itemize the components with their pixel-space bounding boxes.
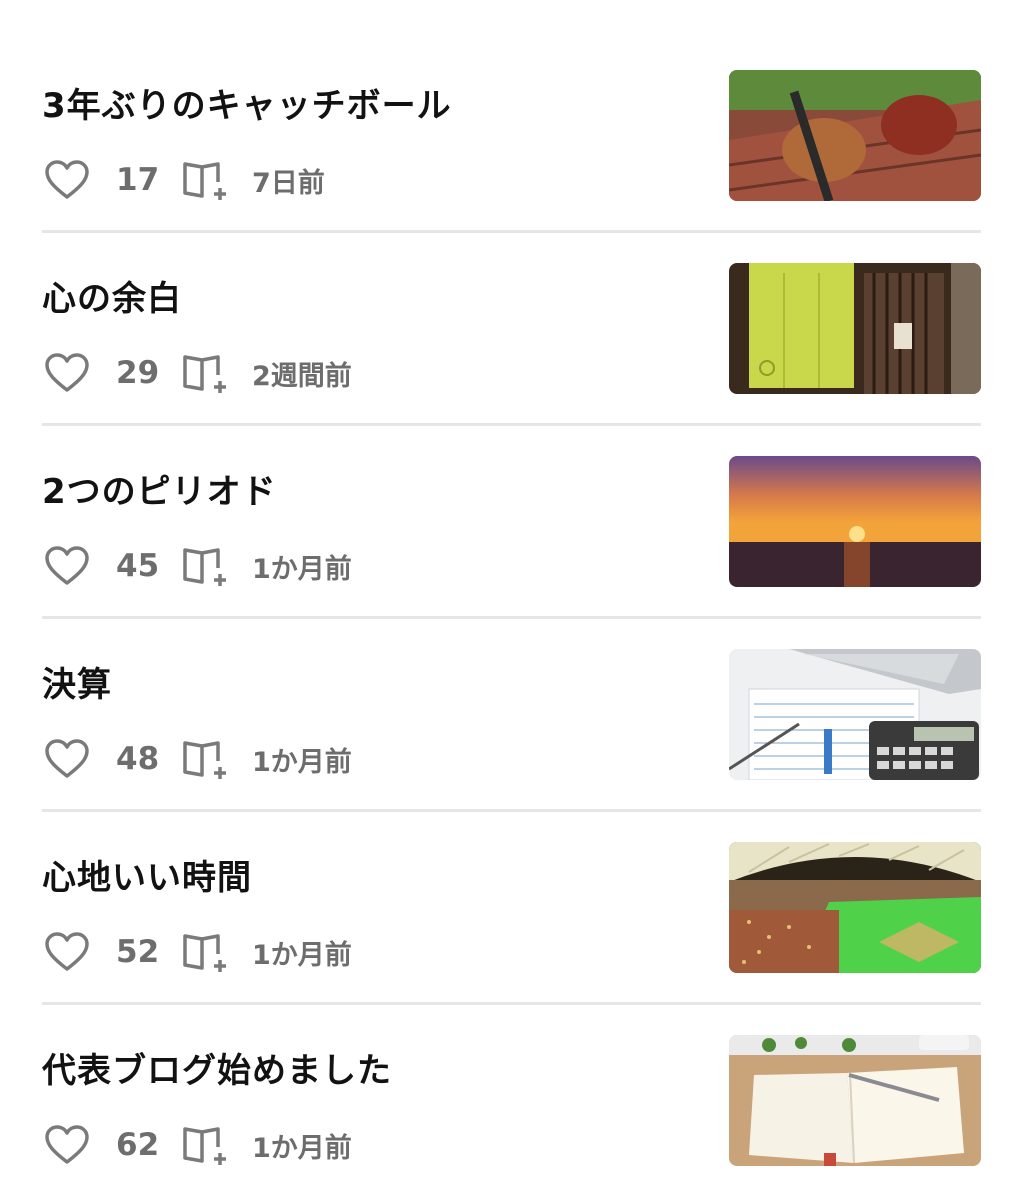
article-meta: 52 1か月前 <box>44 930 352 974</box>
article-item[interactable]: 心の余白 29 2週間前 <box>42 233 981 426</box>
heart-icon[interactable] <box>44 738 90 780</box>
baseball-stadium-thumbnail[interactable] <box>729 842 981 973</box>
article-item[interactable]: 代表ブログ始めました 62 1か月前 <box>42 1005 981 1198</box>
book-plus-icon[interactable] <box>182 544 230 588</box>
book-plus-icon[interactable] <box>182 158 230 202</box>
article-item[interactable]: 決算 48 1か月前 <box>42 619 981 812</box>
article-title[interactable]: 決算 <box>42 657 112 706</box>
publish-time: 1か月前 <box>252 746 352 778</box>
noren-curtain-thumbnail[interactable] <box>729 263 981 394</box>
like-count: 29 <box>116 355 160 391</box>
article-meta: 45 1か月前 <box>44 544 352 588</box>
book-plus-icon[interactable] <box>182 930 230 974</box>
article-item[interactable]: 3年ぶりのキャッチボール 17 7日前 <box>42 40 981 233</box>
sunset-sea-thumbnail[interactable] <box>729 456 981 587</box>
publish-time: 1か月前 <box>252 553 352 585</box>
article-title[interactable]: 心地いい時間 <box>42 850 252 899</box>
article-title[interactable]: 2つのピリオド <box>42 464 277 513</box>
publish-time: 1か月前 <box>252 939 352 971</box>
book-plus-icon[interactable] <box>182 351 230 395</box>
article-meta: 17 7日前 <box>44 158 325 202</box>
article-meta: 48 1か月前 <box>44 737 352 781</box>
book-plus-icon[interactable] <box>182 737 230 781</box>
notebook-pen-thumbnail[interactable] <box>729 1035 981 1166</box>
heart-icon[interactable] <box>44 352 90 394</box>
like-count: 48 <box>116 741 160 777</box>
like-count: 62 <box>116 1127 160 1163</box>
publish-time: 7日前 <box>252 167 325 199</box>
article-meta: 29 2週間前 <box>44 351 352 395</box>
publish-time: 1か月前 <box>252 1132 352 1164</box>
like-count: 45 <box>116 548 160 584</box>
article-item[interactable]: 2つのピリオド 45 1か月前 <box>42 426 981 619</box>
like-count: 52 <box>116 934 160 970</box>
article-meta: 62 1か月前 <box>44 1123 352 1167</box>
article-title[interactable]: 代表ブログ始めました <box>42 1043 392 1092</box>
baseball-gloves-thumbnail[interactable] <box>729 70 981 201</box>
heart-icon[interactable] <box>44 1124 90 1166</box>
article-list: 3年ぶりのキャッチボール 17 7日前 心の余白 29 2週間前 2つのピリオド… <box>42 40 981 1198</box>
heart-icon[interactable] <box>44 931 90 973</box>
article-title[interactable]: 心の余白 <box>42 271 182 320</box>
publish-time: 2週間前 <box>252 360 352 392</box>
heart-icon[interactable] <box>44 545 90 587</box>
like-count: 17 <box>116 162 160 198</box>
heart-icon[interactable] <box>44 159 90 201</box>
article-item[interactable]: 心地いい時間 52 1か月前 <box>42 812 981 1005</box>
article-title[interactable]: 3年ぶりのキャッチボール <box>42 78 452 127</box>
book-plus-icon[interactable] <box>182 1123 230 1167</box>
tax-form-calculator-thumbnail[interactable] <box>729 649 981 780</box>
